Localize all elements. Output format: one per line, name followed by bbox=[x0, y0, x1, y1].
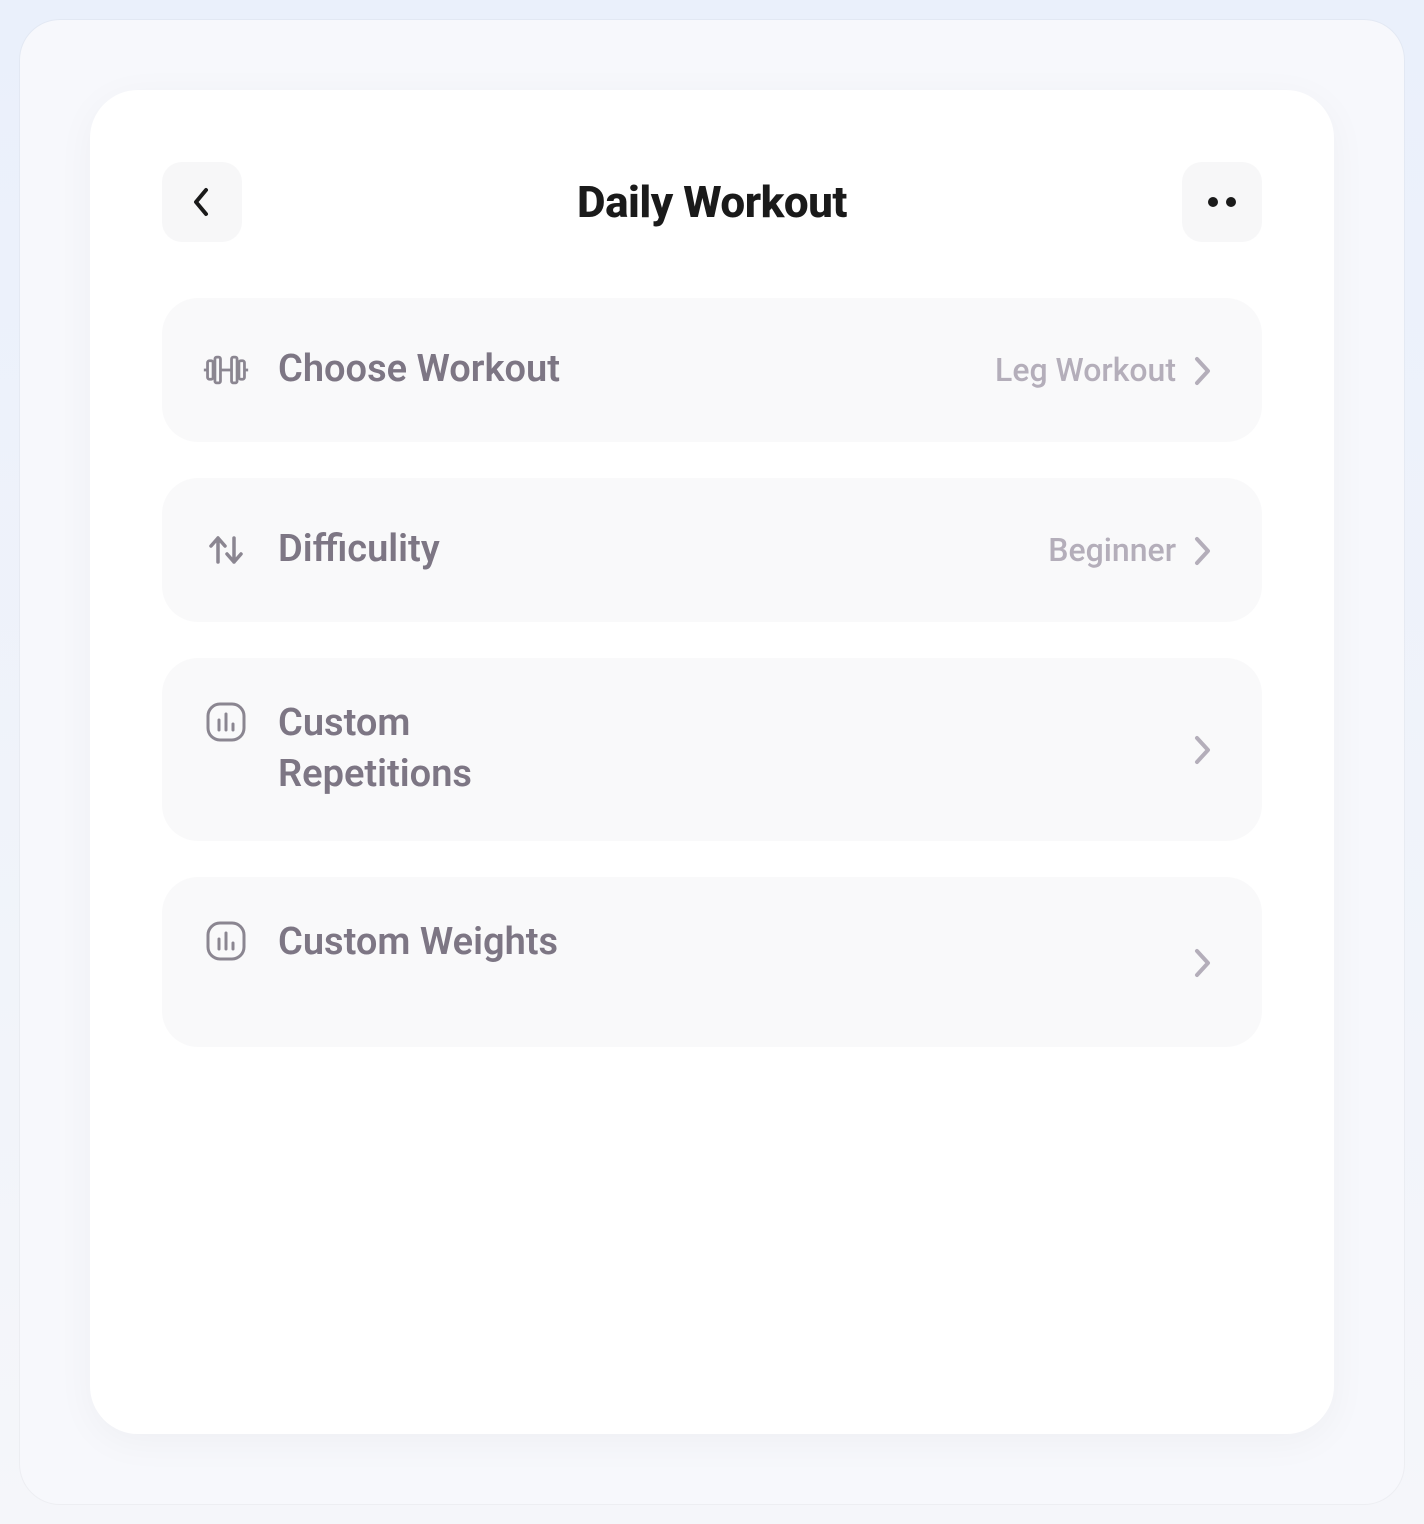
chevron-right-icon bbox=[1194, 735, 1222, 763]
custom-weights-row[interactable]: Custom Weights bbox=[162, 877, 1262, 1047]
chevron-right-icon bbox=[1194, 948, 1222, 976]
outer-container: Daily Workout bbox=[20, 20, 1404, 1504]
row-value: Beginner bbox=[1048, 531, 1176, 569]
chart-squircle-icon bbox=[202, 917, 250, 965]
more-button[interactable] bbox=[1182, 162, 1262, 242]
back-button[interactable] bbox=[162, 162, 242, 242]
dumbbell-icon bbox=[202, 346, 250, 394]
page-title: Daily Workout bbox=[577, 176, 847, 228]
chevron-left-icon bbox=[192, 186, 212, 218]
settings-list: Choose Workout Leg Workout Difficu bbox=[162, 298, 1262, 1047]
row-label: Custom Weights bbox=[278, 917, 558, 968]
row-label: Choose Workout bbox=[278, 344, 560, 395]
settings-card: Daily Workout bbox=[90, 90, 1334, 1434]
custom-repetitions-row[interactable]: Custom Repetitions bbox=[162, 658, 1262, 841]
chart-squircle-icon bbox=[202, 698, 250, 746]
dots-horizontal-icon bbox=[1208, 197, 1236, 207]
header: Daily Workout bbox=[162, 162, 1262, 242]
row-value: Leg Workout bbox=[995, 351, 1176, 389]
chevron-right-icon bbox=[1194, 536, 1222, 564]
row-label: Custom Repetitions bbox=[278, 698, 598, 801]
row-label: Difficulity bbox=[278, 524, 440, 575]
chevron-right-icon bbox=[1194, 356, 1222, 384]
choose-workout-row[interactable]: Choose Workout Leg Workout bbox=[162, 298, 1262, 442]
difficulty-row[interactable]: Difficulity Beginner bbox=[162, 478, 1262, 622]
arrows-up-down-icon bbox=[202, 526, 250, 574]
